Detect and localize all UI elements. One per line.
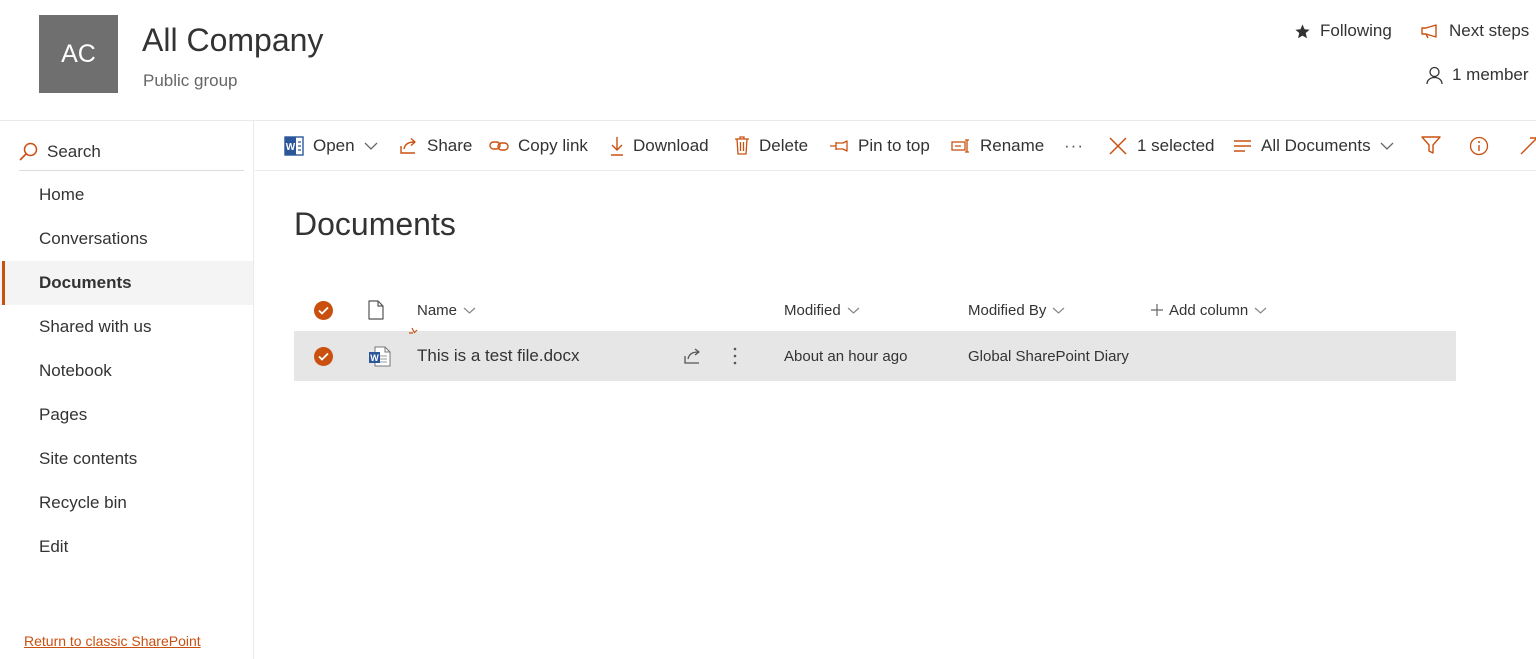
pin-icon	[829, 139, 849, 153]
nav-item-recycle-bin[interactable]: Recycle bin	[0, 481, 253, 525]
nav-item-edit[interactable]: Edit	[0, 525, 253, 569]
share-button[interactable]: Share	[399, 121, 472, 170]
select-all-checkbox[interactable]	[314, 290, 333, 330]
next-steps-button[interactable]: Next steps	[1420, 21, 1529, 41]
name-column-label: Name	[417, 301, 458, 319]
svg-text:W: W	[370, 353, 379, 363]
filter-button[interactable]	[1421, 121, 1441, 170]
link-icon	[489, 139, 509, 153]
chevron-down-icon	[847, 307, 860, 314]
modified-column-label: Modified	[784, 301, 841, 319]
open-label: Open	[313, 135, 355, 155]
more-vertical-icon	[732, 347, 738, 365]
star-icon	[1294, 23, 1311, 40]
expand-icon	[1520, 136, 1536, 155]
expand-button[interactable]	[1520, 121, 1536, 170]
row-select-checkbox[interactable]	[314, 331, 333, 381]
modified-by-cell[interactable]: Global SharePoint Diary	[968, 331, 1129, 381]
name-column-header[interactable]: Name	[417, 290, 476, 330]
chevron-down-icon	[1254, 307, 1267, 314]
pin-to-top-button[interactable]: Pin to top	[829, 121, 930, 170]
members-button[interactable]: 1 member	[1426, 65, 1529, 85]
more-actions-button[interactable]: ···	[1064, 121, 1084, 170]
table-row[interactable]: W This is a test file.docx About an hour…	[294, 327, 1456, 381]
left-navigation: Search Home Conversations Documents Shar…	[0, 121, 254, 659]
following-label: Following	[1320, 21, 1392, 40]
library-title: Documents	[294, 206, 456, 242]
svg-text:W: W	[286, 142, 296, 153]
nav-item-documents[interactable]: Documents	[0, 261, 253, 305]
chevron-down-icon	[364, 142, 378, 150]
chevron-down-icon	[1380, 142, 1394, 150]
delete-button[interactable]: Delete	[734, 121, 808, 170]
list-header: Name Modified Modified By Add column	[294, 290, 1456, 330]
site-header: AC All Company Public group Following Ne…	[0, 0, 1536, 121]
view-label: All Documents	[1261, 135, 1371, 155]
site-title[interactable]: All Company	[142, 22, 323, 59]
info-button[interactable]	[1469, 121, 1489, 170]
command-bar: W Open Share Copy link Download Delete P…	[255, 121, 1536, 171]
return-to-classic-link[interactable]: Return to classic SharePoint	[24, 633, 201, 649]
rename-icon	[951, 138, 971, 153]
plus-icon	[1151, 304, 1163, 316]
document-icon	[368, 300, 384, 320]
following-button[interactable]: Following	[1294, 21, 1392, 41]
members-label: 1 member	[1452, 65, 1529, 84]
modified-column-header[interactable]: Modified	[784, 290, 860, 330]
nav-item-shared-with-us[interactable]: Shared with us	[0, 305, 253, 349]
selected-count-label: 1 selected	[1137, 135, 1215, 155]
file-name-link[interactable]: This is a test file.docx	[417, 331, 580, 381]
file-type-column-header[interactable]	[368, 290, 384, 330]
filter-icon	[1421, 136, 1441, 155]
copy-link-label: Copy link	[518, 135, 588, 155]
checkmark-icon	[314, 346, 333, 366]
close-icon	[1108, 136, 1128, 156]
share-label: Share	[427, 135, 473, 155]
search-box[interactable]: Search	[19, 133, 244, 171]
trash-icon	[734, 136, 750, 155]
rename-button[interactable]: Rename	[951, 121, 1044, 170]
open-button[interactable]: W Open	[284, 121, 378, 170]
download-label: Download	[633, 135, 709, 155]
person-icon	[1426, 66, 1443, 85]
chevron-down-icon	[463, 307, 476, 314]
share-icon	[399, 137, 418, 154]
modified-by-column-label: Modified By	[968, 301, 1047, 319]
rename-label: Rename	[980, 135, 1045, 155]
pin-to-top-label: Pin to top	[858, 135, 930, 155]
clear-selection-button[interactable]: 1 selected	[1108, 121, 1215, 170]
site-logo[interactable]: AC	[39, 15, 118, 93]
chevron-down-icon	[1052, 307, 1065, 314]
row-more-actions-button[interactable]	[732, 331, 738, 381]
nav-item-pages[interactable]: Pages	[0, 393, 253, 437]
nav-item-home[interactable]: Home	[0, 173, 253, 217]
search-placeholder: Search	[47, 141, 101, 161]
add-column-label: Add column	[1169, 301, 1249, 319]
next-steps-label: Next steps	[1449, 21, 1530, 40]
delete-label: Delete	[759, 135, 809, 155]
word-icon: W	[284, 135, 304, 156]
checkmark-icon	[314, 300, 333, 320]
modified-cell: About an hour ago	[784, 347, 908, 365]
copy-link-button[interactable]: Copy link	[489, 121, 588, 170]
search-icon	[19, 142, 38, 161]
add-column-header[interactable]: Add column	[1151, 290, 1267, 330]
site-subtitle: Public group	[143, 71, 238, 90]
view-switcher-button[interactable]: All Documents	[1233, 121, 1394, 170]
download-button[interactable]: Download	[610, 121, 709, 170]
word-document-icon: W	[368, 331, 392, 381]
modified-by-column-header[interactable]: Modified By	[968, 290, 1065, 330]
nav-item-notebook[interactable]: Notebook	[0, 349, 253, 393]
info-icon	[1469, 136, 1489, 156]
nav-item-site-contents[interactable]: Site contents	[0, 437, 253, 481]
download-icon	[610, 136, 624, 156]
list-view-icon	[1233, 139, 1252, 153]
nav-item-conversations[interactable]: Conversations	[0, 217, 253, 261]
megaphone-icon	[1420, 23, 1440, 39]
row-share-button[interactable]	[683, 331, 702, 381]
share-icon	[683, 348, 702, 364]
